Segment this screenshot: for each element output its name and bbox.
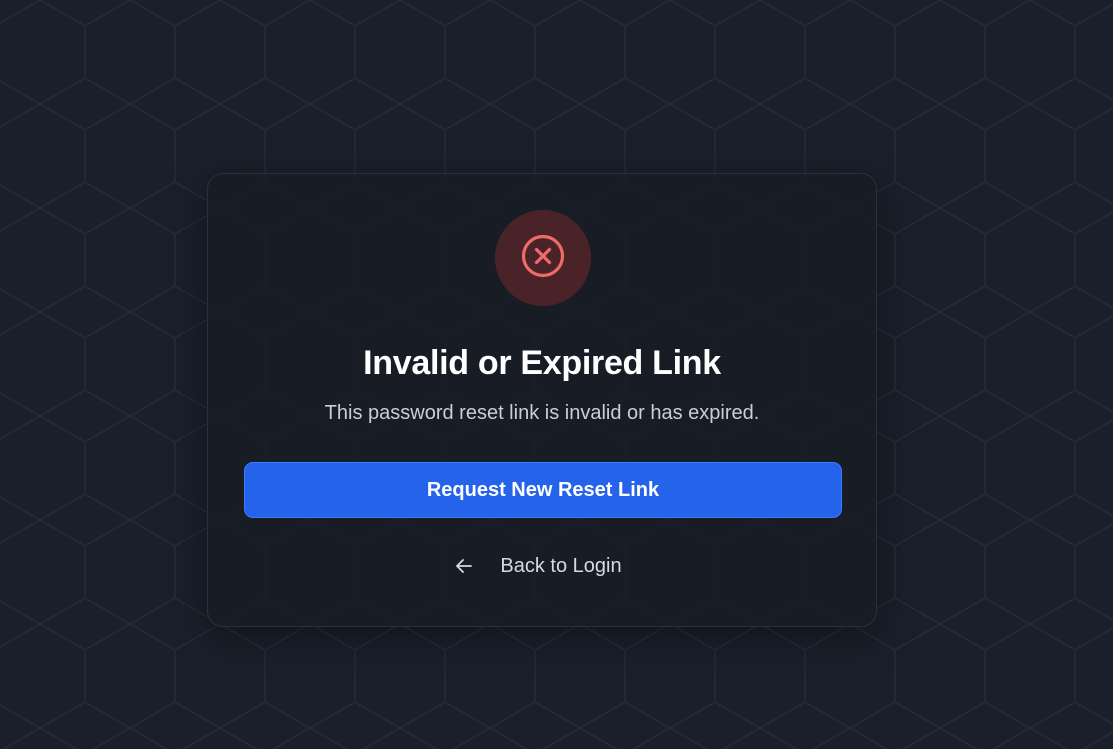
back-to-login-link[interactable]: Back to Login (208, 550, 876, 582)
error-status-badge (495, 210, 591, 306)
arrow-left-icon (454, 556, 474, 576)
back-to-login-label: Back to Login (500, 554, 622, 577)
error-message: This password reset link is invalid or h… (324, 402, 760, 424)
request-new-reset-link-button[interactable]: Request New Reset Link (244, 462, 842, 518)
error-card: Invalid or Expired Link This password re… (207, 173, 877, 627)
x-circle-icon (520, 233, 566, 284)
page-title: Invalid or Expired Link (363, 344, 721, 382)
